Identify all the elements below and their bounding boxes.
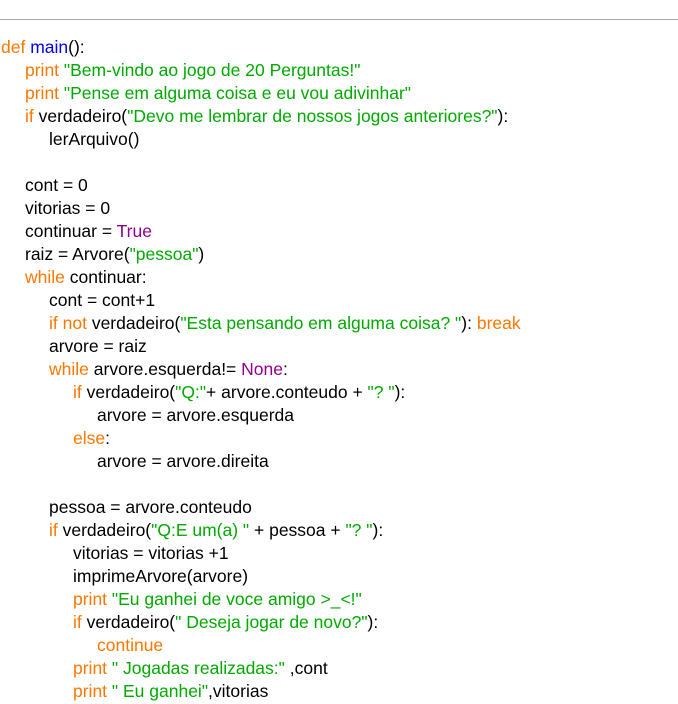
code-token: ):: [461, 313, 477, 333]
keyword-token: break: [476, 313, 521, 333]
code-token: ,vitorias: [208, 681, 269, 701]
code-token: arvore = arvore.direita: [97, 451, 269, 471]
keyword-token: else: [73, 428, 106, 448]
keyword-token: print: [73, 658, 108, 678]
code-token: imprimeArvore(arvore): [73, 566, 249, 586]
code-token: cont = cont+1: [49, 290, 156, 310]
keyword-token: while: [25, 267, 65, 287]
code-line: lerArquivo(): [1, 128, 521, 151]
code-token: :: [282, 359, 288, 379]
string-token: "? ": [345, 520, 373, 540]
code-token: lerArquivo(): [49, 129, 140, 149]
keyword-token: while: [49, 359, 89, 379]
code-line: if not verdadeiro("Esta pensando em algu…: [1, 312, 521, 335]
string-token: " Deseja jogar de novo?": [175, 612, 368, 632]
code-token: ):: [497, 106, 509, 126]
code-line: if verdadeiro(" Deseja jogar de novo?"):: [1, 611, 521, 634]
code-token: verdadeiro(: [86, 313, 181, 333]
string-token: "Q:": [175, 382, 207, 402]
keyword-token: print: [73, 589, 108, 609]
keyword-token: if: [49, 520, 58, 540]
keyword-token: if: [73, 612, 82, 632]
function-name-token: main: [30, 37, 69, 57]
code-token: verdadeiro(: [33, 106, 128, 126]
code-line: else:: [1, 427, 521, 450]
code-line: print " Jogadas realizadas:" ,cont: [1, 657, 521, 680]
keyword-token: print: [25, 60, 60, 80]
string-token: "Pense em alguma coisa e eu vou adivinha…: [63, 83, 411, 103]
code-line: imprimeArvore(arvore): [1, 565, 521, 588]
code-line: vitorias = vitorias +1: [1, 542, 521, 565]
code-token: arvore = arvore.esquerda: [97, 405, 294, 425]
code-line: print "Pense em alguma coisa e eu vou ad…: [1, 82, 521, 105]
string-token: "Eu ganhei de voce amigo >_<!": [111, 589, 362, 609]
code-token: raiz = Arvore(: [25, 244, 130, 264]
string-token: " Eu ganhei": [111, 681, 209, 701]
code-token: verdadeiro(: [57, 520, 152, 540]
code-token: ):: [367, 612, 379, 632]
code-line: arvore = arvore.esquerda: [1, 404, 521, 427]
code-line: cont = 0: [1, 174, 521, 197]
code-token: ): [198, 244, 205, 264]
code-line: def main():: [1, 36, 521, 59]
string-token: "Q:E um(a) ": [151, 520, 250, 540]
code-token: + pessoa +: [249, 520, 346, 540]
code-token: verdadeiro(: [81, 612, 176, 632]
code-token: continuar:: [64, 267, 147, 287]
keyword-token: def: [1, 37, 26, 57]
code-token: arvore = raiz: [49, 336, 147, 356]
code-line: raiz = Arvore("pessoa"): [1, 243, 521, 266]
code-token: arvore.esquerda!=: [88, 359, 242, 379]
keyword-token: if not: [49, 313, 87, 333]
code-token: continuar =: [25, 221, 117, 241]
code-line: continuar = True: [1, 220, 521, 243]
code-token: vitorias = 0: [25, 198, 111, 218]
code-line: vitorias = 0: [1, 197, 521, 220]
code-line: while arvore.esquerda!= None:: [1, 358, 521, 381]
keyword-token: continue: [97, 635, 164, 655]
code-line: arvore = arvore.direita: [1, 450, 521, 473]
string-token: "Esta pensando em alguma coisa? ": [180, 313, 462, 333]
string-token: "Devo me lembrar de nossos jogos anterio…: [127, 106, 498, 126]
code-token: ):: [394, 382, 406, 402]
builtin-token: True: [116, 221, 152, 241]
keyword-token: if: [73, 382, 82, 402]
code-line: print "Eu ganhei de voce amigo >_<!": [1, 588, 521, 611]
code-token: verdadeiro(: [81, 382, 176, 402]
code-listing: def main(): print "Bem-vindo ao jogo de 2…: [1, 36, 521, 703]
code-token: ):: [372, 520, 384, 540]
keyword-token: print: [25, 83, 60, 103]
code-line: print " Eu ganhei",vitorias: [1, 680, 521, 703]
code-line: continue: [1, 634, 521, 657]
keyword-token: print: [73, 681, 108, 701]
code-line: if verdadeiro("Q:E um(a) " + pessoa + "?…: [1, 519, 521, 542]
code-token: cont = 0: [25, 175, 88, 195]
top-divider: [0, 19, 678, 20]
code-token: vitorias = vitorias +1: [73, 543, 229, 563]
string-token: "pessoa": [129, 244, 199, 264]
code-token: + arvore.conteudo +: [206, 382, 368, 402]
string-token: " Jogadas realizadas:": [111, 658, 285, 678]
builtin-token: None: [241, 359, 283, 379]
code-line: print "Bem-vindo ao jogo de 20 Perguntas…: [1, 59, 521, 82]
code-line: arvore = raiz: [1, 335, 521, 358]
code-token: ():: [68, 37, 85, 57]
code-token: ,cont: [284, 658, 328, 678]
code-line: if verdadeiro("Q:"+ arvore.conteudo + "?…: [1, 381, 521, 404]
keyword-token: if: [25, 106, 34, 126]
code-token: :: [105, 428, 110, 448]
string-token: "? ": [367, 382, 395, 402]
string-token: "Bem-vindo ao jogo de 20 Perguntas!": [63, 60, 361, 80]
code-token: pessoa = arvore.conteudo: [49, 497, 252, 517]
code-line: while continuar:: [1, 266, 521, 289]
code-line: cont = cont+1: [1, 289, 521, 312]
code-line: pessoa = arvore.conteudo: [1, 496, 521, 519]
code-line: if verdadeiro("Devo me lembrar de nossos…: [1, 105, 521, 128]
